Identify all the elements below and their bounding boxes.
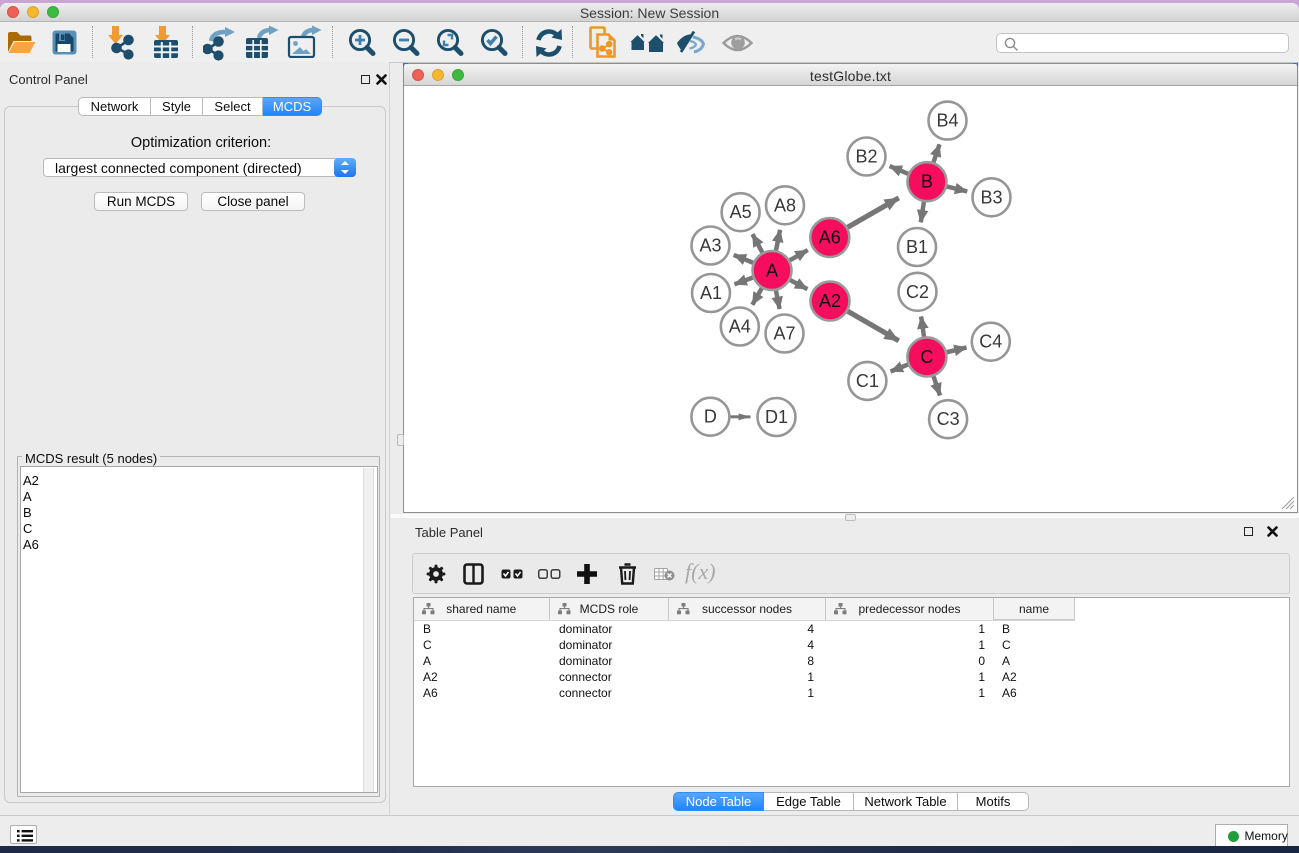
svg-text:A2: A2	[819, 291, 841, 311]
svg-text:A4: A4	[729, 317, 751, 337]
svg-text:A6: A6	[819, 228, 841, 248]
svg-text:A: A	[766, 261, 778, 281]
svg-text:A7: A7	[773, 324, 795, 344]
svg-text:C: C	[920, 347, 933, 367]
svg-text:A5: A5	[730, 202, 752, 222]
svg-text:A3: A3	[699, 236, 721, 256]
svg-text:C2: C2	[906, 282, 929, 302]
svg-text:B: B	[921, 172, 933, 192]
svg-text:B4: B4	[936, 111, 958, 131]
svg-text:B3: B3	[980, 187, 1002, 207]
svg-text:C3: C3	[937, 409, 960, 429]
svg-text:D1: D1	[765, 407, 788, 427]
svg-text:C4: C4	[979, 332, 1002, 352]
svg-text:B1: B1	[906, 237, 928, 257]
svg-text:A1: A1	[700, 283, 722, 303]
svg-text:B2: B2	[855, 147, 877, 167]
svg-text:D: D	[704, 407, 717, 427]
svg-text:C1: C1	[856, 371, 879, 391]
svg-text:A8: A8	[774, 195, 796, 215]
